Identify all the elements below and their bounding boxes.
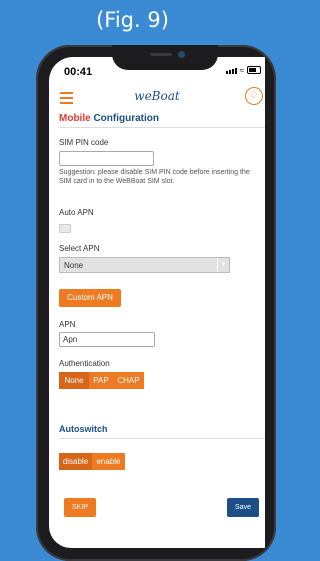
phone-screen: 00:41 ≈ weBoat ♢ Mobile Configuration SI… <box>49 57 265 548</box>
chevron-down-icon: ▼ <box>217 258 229 272</box>
bell-icon[interactable]: ♢ <box>245 87 263 105</box>
sim-pin-input[interactable] <box>59 151 154 166</box>
title-divider <box>59 127 265 128</box>
custom-apn-button[interactable]: Custom APN <box>59 289 121 307</box>
auto-apn-checkbox[interactable] <box>59 224 71 233</box>
figure-caption: (Fig. 9) <box>96 8 169 32</box>
auth-option-none[interactable]: None <box>59 372 89 389</box>
autoswitch-divider <box>59 438 265 439</box>
app-header: weBoat ♢ <box>49 83 265 113</box>
auth-option-pap[interactable]: PAP <box>89 372 113 389</box>
select-apn-label: Select APN <box>59 244 100 253</box>
apn-input[interactable]: Apn <box>59 332 155 347</box>
autoswitch-option-enable[interactable]: enable <box>92 453 125 470</box>
autoswitch-option-disable[interactable]: disable <box>59 453 92 470</box>
status-icons: ≈ <box>225 66 261 75</box>
save-button[interactable]: Save <box>227 498 259 517</box>
wifi-icon: ≈ <box>239 66 244 75</box>
autoswitch-title: Autoswitch <box>59 424 108 434</box>
page-title: Mobile Configuration <box>59 113 159 124</box>
skip-button[interactable]: SKIP <box>64 498 96 517</box>
select-apn-dropdown[interactable]: None ▼ <box>59 257 230 273</box>
auto-apn-label: Auto APN <box>59 208 94 217</box>
apn-label: APN <box>59 320 76 329</box>
authentication-label: Authentication <box>59 359 110 368</box>
auth-option-chap[interactable]: CHAP <box>113 372 144 389</box>
phone-notch <box>112 45 218 70</box>
sim-pin-hint: Suggestion: please disable SIM PIN code … <box>59 169 250 185</box>
speaker-grille <box>150 53 172 56</box>
autoswitch-toggle: disable enable <box>59 453 125 470</box>
sim-pin-label: SIM PIN code <box>59 138 109 147</box>
battery-icon <box>247 66 261 74</box>
signal-icon <box>225 68 237 74</box>
authentication-toggle: None PAP CHAP <box>59 372 144 389</box>
brand-logo: weBoat <box>134 89 180 103</box>
select-apn-value: None <box>64 261 84 270</box>
status-time: 00:41 <box>64 66 93 78</box>
camera-icon <box>178 51 185 58</box>
